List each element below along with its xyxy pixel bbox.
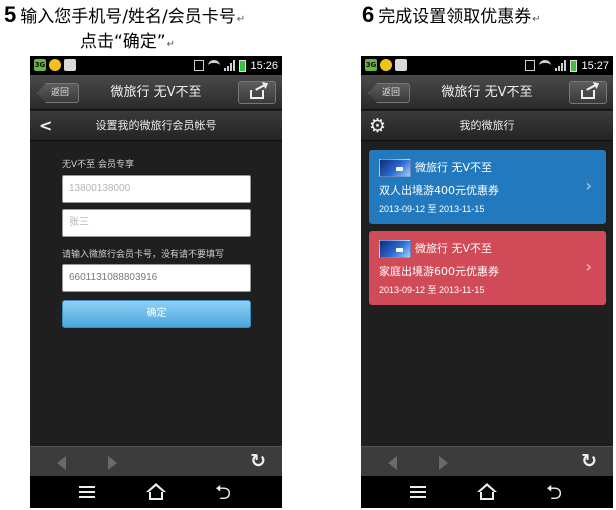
system-navigation-bar: ⮌ [30, 476, 282, 508]
system-navigation-bar: ⮌ [361, 476, 613, 508]
status-bar: 3G 15:27 [361, 56, 613, 75]
arrow-right-icon[interactable] [108, 456, 117, 470]
coupon-list: 微旅行 无V不至 双人出境游400元优惠券 2013-09-12 至 2013-… [361, 142, 613, 446]
status-bar: 3G 15:26 [30, 56, 282, 75]
phone-screen-my-trip: 3G 15:27 微旅行 无V不至 返回 我的微旅行 ⚙ 微旅行 无V不至 双人… [361, 56, 613, 508]
back-icon[interactable]: ⮌ [215, 481, 231, 503]
image-icon [64, 59, 76, 71]
browser-toolbar: ↻ [30, 446, 282, 476]
chevron-right-icon: › [585, 257, 592, 276]
member-label: 无V不至 会员专享 [62, 160, 135, 170]
step6-text: 完成设置领取优惠券 [378, 7, 532, 27]
app-titlebar: 微旅行 无V不至 返回 [30, 75, 282, 110]
battery-icon [570, 59, 578, 72]
wifi-icon [539, 60, 552, 71]
step6-caption: 6 完成设置领取优惠券↵ [362, 2, 541, 32]
coupon-name: 微旅行 无V不至 [415, 242, 493, 255]
phone-field[interactable]: 13800138000 [62, 175, 251, 203]
page-header: 我的微旅行 ⚙ [361, 111, 613, 141]
return-mark: ↵ [236, 14, 246, 25]
coupon-thumbnail [379, 240, 411, 258]
step6-number: 6 [362, 2, 375, 27]
coupon-description: 双人出境游400元优惠券 [379, 184, 499, 197]
signal-icon [224, 60, 236, 71]
coupon-dates: 2013-09-12 至 2013-11-15 [379, 285, 485, 295]
back-icon[interactable]: ⮌ [546, 481, 562, 503]
step5-text-line2: 点击“确定” [80, 32, 166, 52]
name-field[interactable]: 张三 [62, 209, 251, 237]
arrow-left-icon[interactable] [57, 456, 66, 470]
gear-icon[interactable]: ⚙ [369, 116, 386, 136]
browser-toolbar: ↻ [361, 446, 613, 476]
step5-caption-line2: 点击“确定”↵ [80, 30, 175, 57]
step5-text: 输入您手机号/姓名/会员卡号 [20, 7, 236, 27]
arrow-left-icon[interactable] [388, 456, 397, 470]
page-header: 设置我的微旅行会员帐号 < [30, 111, 282, 141]
coupon-description: 家庭出境游600元优惠券 [379, 265, 499, 278]
account-form: 无V不至 会员专享 13800138000 张三 请输入微旅行会员卡号，没有请不… [30, 142, 282, 446]
share-button[interactable] [238, 81, 276, 104]
app-titlebar: 微旅行 无V不至 返回 [361, 75, 613, 110]
return-mark: ↵ [532, 14, 541, 25]
coupon-dates: 2013-09-12 至 2013-11-15 [379, 204, 485, 214]
signal-icon [555, 60, 567, 71]
share-button[interactable] [569, 81, 607, 104]
page-title: 我的微旅行 [459, 119, 515, 132]
coupon-thumbnail [379, 159, 411, 177]
back-button[interactable]: 返回 [368, 83, 411, 103]
menu-icon[interactable] [79, 486, 95, 498]
notification-icon [380, 59, 392, 71]
vibrate-icon [525, 60, 536, 71]
wifi-icon [208, 60, 221, 71]
return-mark: ↵ [166, 39, 176, 50]
refresh-icon[interactable]: ↻ [581, 450, 597, 472]
confirm-button[interactable]: 确定 [62, 300, 251, 328]
status-time: 15:26 [250, 59, 278, 72]
battery-icon [239, 59, 247, 72]
menu-icon[interactable] [410, 486, 426, 498]
share-icon [250, 90, 264, 99]
coupon-card[interactable]: 微旅行 无V不至 双人出境游400元优惠券 2013-09-12 至 2013-… [369, 150, 606, 224]
refresh-icon[interactable]: ↻ [250, 450, 266, 472]
sim-icon: 3G [34, 59, 46, 71]
page-title: 设置我的微旅行会员帐号 [95, 119, 217, 132]
status-time: 15:27 [581, 59, 609, 72]
chevron-right-icon: › [585, 176, 592, 195]
coupon-card[interactable]: 微旅行 无V不至 家庭出境游600元优惠券 2013-09-12 至 2013-… [369, 231, 606, 305]
back-button[interactable]: 返回 [37, 83, 80, 103]
coupon-name: 微旅行 无V不至 [415, 161, 493, 174]
phone-screen-account-setup: 3G 15:26 微旅行 无V不至 返回 设置我的微旅行会员帐号 < 无V不至 … [30, 56, 282, 508]
image-icon [395, 59, 407, 71]
home-icon[interactable] [476, 483, 498, 501]
step5-number: 5 [4, 2, 17, 27]
share-icon [581, 90, 595, 99]
sim-icon: 3G [365, 59, 377, 71]
vibrate-icon [194, 60, 205, 71]
notification-icon [49, 59, 61, 71]
home-icon[interactable] [145, 483, 167, 501]
card-number-field[interactable]: 6601131088803916 [62, 264, 251, 292]
step5-caption: 5 输入您手机号/姓名/会员卡号↵ [4, 2, 245, 32]
chevron-left-icon[interactable]: < [39, 118, 52, 134]
arrow-right-icon[interactable] [439, 456, 448, 470]
card-hint-label: 请输入微旅行会员卡号，没有请不要填写 [62, 250, 225, 260]
